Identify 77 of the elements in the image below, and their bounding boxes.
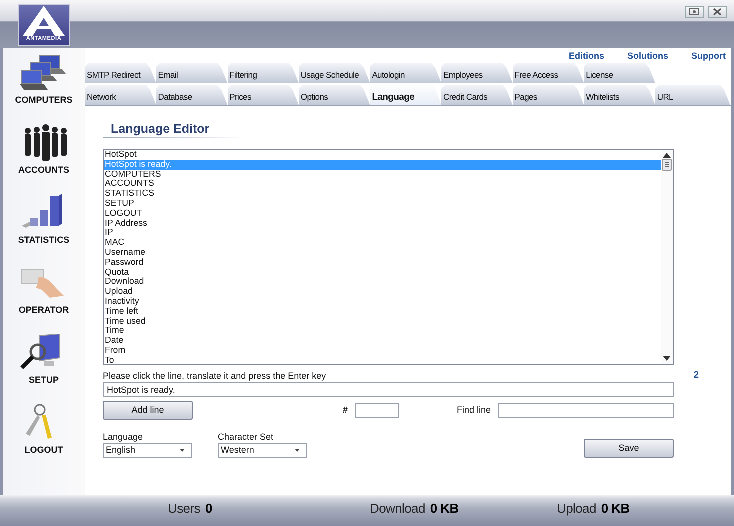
- sidebar-item[interactable]: SETUP: [18, 334, 70, 404]
- character-set-label: Character Set: [218, 432, 275, 442]
- tab[interactable]: Filtering: [228, 63, 299, 83]
- scroll-down-icon: [663, 356, 671, 361]
- list-row[interactable]: LOGOUT: [104, 208, 661, 219]
- sidebar-item[interactable]: OPERATOR: [18, 264, 70, 334]
- add-line-button[interactable]: Add line: [103, 401, 193, 420]
- list-row[interactable]: IP: [104, 228, 661, 238]
- hint-text: Please click the line, translate it and press the Enter key: [103, 371, 326, 381]
- tab[interactable]: Network: [85, 85, 156, 105]
- status-label: Users: [168, 500, 200, 518]
- find-line-label: Find line: [457, 404, 492, 417]
- tab[interactable]: Database: [156, 85, 228, 105]
- list-row[interactable]: To: [104, 356, 661, 364]
- list-row[interactable]: IP Address: [104, 218, 661, 228]
- status-value: 0 KB: [430, 500, 459, 518]
- list-row[interactable]: Password: [104, 258, 661, 268]
- status-label: Download: [370, 500, 426, 518]
- header-link[interactable]: Editions: [569, 50, 604, 62]
- list-row[interactable]: Time used: [104, 316, 661, 326]
- tab[interactable]: SMTP Redirect: [85, 63, 156, 83]
- caret-icon: [295, 449, 300, 452]
- logo-icon: [22, 5, 66, 36]
- line-number: 2: [694, 371, 699, 381]
- caret-icon: [180, 449, 185, 452]
- list-row[interactable]: Time: [104, 326, 661, 336]
- list-row[interactable]: Time left: [104, 306, 661, 317]
- sidebar-item[interactable]: COMPUTERS: [15, 54, 73, 124]
- close-icon: [713, 8, 722, 16]
- tab[interactable]: Credit Cards: [441, 85, 513, 105]
- number-label: #: [343, 404, 348, 417]
- close-button[interactable]: [708, 6, 727, 18]
- number-field[interactable]: [355, 403, 400, 418]
- list-row[interactable]: STATISTICS: [104, 189, 661, 199]
- list-row[interactable]: Username: [104, 248, 661, 258]
- tray-icon: [689, 8, 700, 16]
- tab[interactable]: Whitelists: [584, 85, 656, 105]
- status-value: 0 KB: [601, 500, 630, 518]
- tab[interactable]: Autologin: [370, 63, 442, 83]
- tab[interactable]: Options: [298, 85, 370, 105]
- tab[interactable]: Usage Schedule: [298, 63, 370, 83]
- language-label: Language: [103, 432, 144, 442]
- scroll-thumb[interactable]: [662, 159, 672, 171]
- list-row[interactable]: SETUP: [104, 198, 661, 209]
- tray-button[interactable]: [685, 6, 704, 18]
- language-dropdown[interactable]: English: [103, 443, 192, 458]
- list-row[interactable]: Download: [104, 277, 661, 288]
- list-row[interactable]: HotSpot: [104, 150, 661, 160]
- header-link[interactable]: Solutions: [628, 50, 668, 62]
- status-value: 0: [205, 500, 212, 518]
- save-button[interactable]: Save: [584, 439, 674, 458]
- tab[interactable]: URL: [655, 85, 730, 105]
- tab[interactable]: Prices: [228, 85, 299, 105]
- list-row[interactable]: COMPUTERS: [104, 170, 661, 180]
- list-row[interactable]: From: [104, 346, 661, 356]
- tab[interactable]: Employees: [441, 63, 513, 83]
- sidebar-item[interactable]: STATISTICS: [18, 194, 70, 264]
- list-row[interactable]: Upload: [104, 287, 661, 297]
- list-row[interactable]: Date: [104, 336, 661, 346]
- list-row[interactable]: Inactivity: [104, 296, 661, 307]
- sidebar-item[interactable]: ACCOUNTS: [18, 124, 70, 194]
- header-link[interactable]: Support: [692, 50, 726, 62]
- find-line-field[interactable]: [498, 403, 674, 418]
- translation-field[interactable]: HotSpot is ready.: [103, 382, 674, 397]
- tab[interactable]: License: [584, 63, 656, 83]
- scrollbar[interactable]: [661, 150, 673, 364]
- tab[interactable]: Free Access: [512, 63, 584, 83]
- tab[interactable]: Pages: [512, 85, 584, 105]
- line-list[interactable]: HotSpot HotSpot is ready. COMPUTERS ACCOUNTS STATISTICS SETUP LOGOUT IP Address IP MAC Username Password Quota Download Upload Inactivity Time left Time used Time Date From To: [103, 149, 674, 365]
- tab[interactable]: Email: [156, 63, 228, 83]
- character-set-dropdown[interactable]: Western: [218, 443, 307, 458]
- list-row[interactable]: MAC: [104, 238, 661, 248]
- status-label: Upload: [557, 500, 596, 518]
- list-row[interactable]: Quota: [104, 268, 661, 278]
- tab[interactable]: Language: [370, 83, 442, 105]
- sidebar-item[interactable]: LOGOUT: [18, 404, 70, 474]
- list-row[interactable]: ACCOUNTS: [104, 179, 661, 190]
